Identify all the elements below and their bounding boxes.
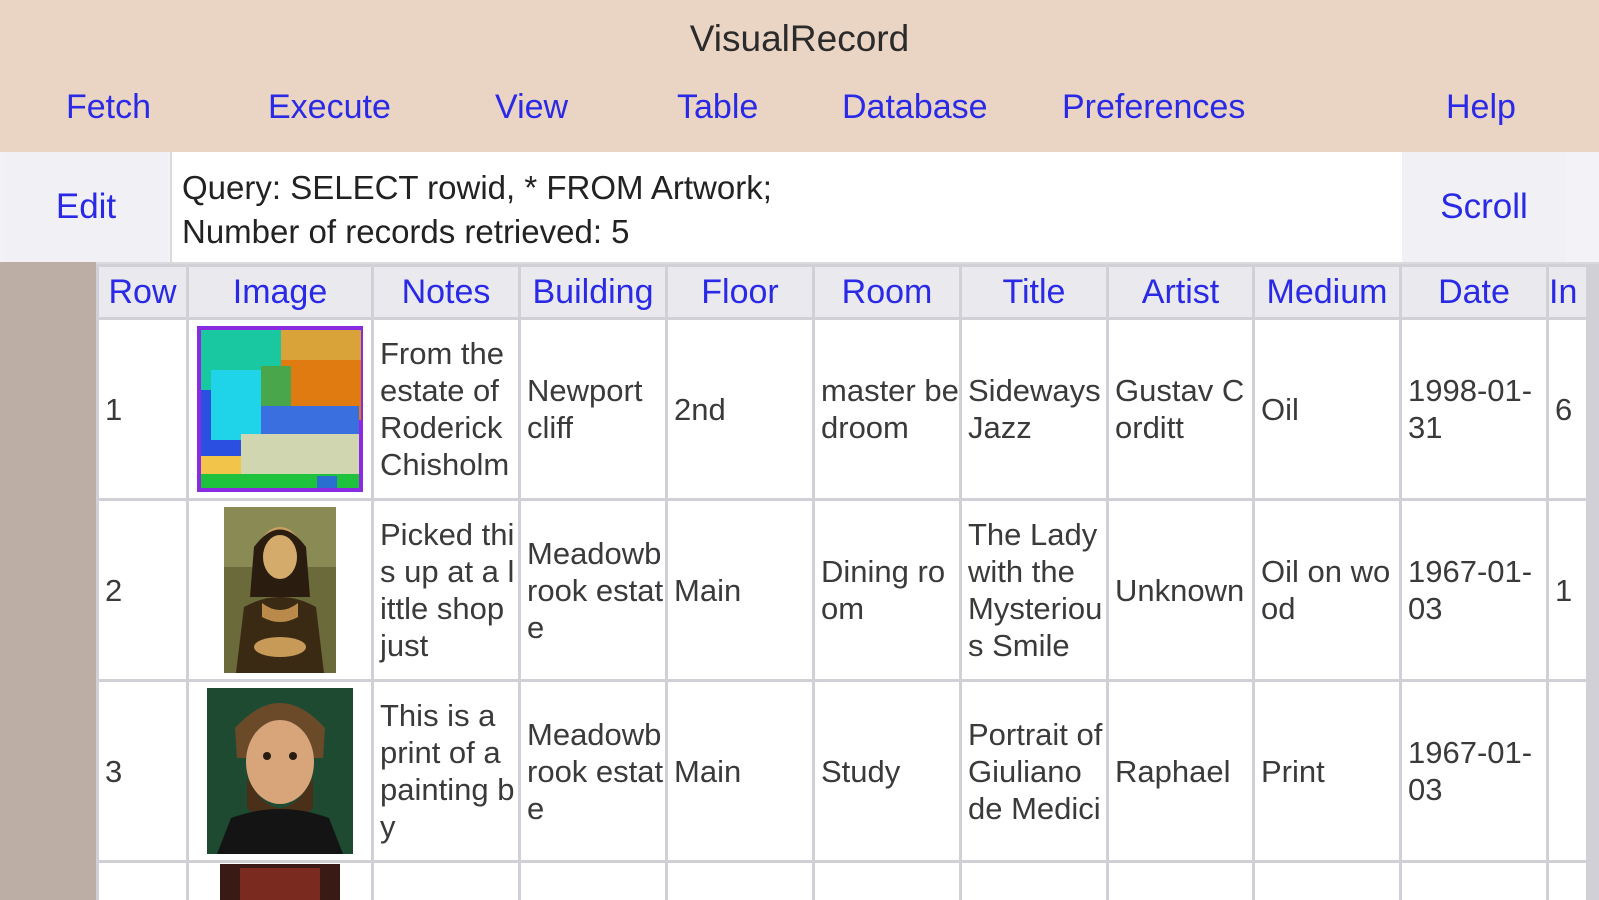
- cell-truncated: [1546, 679, 1589, 863]
- table-row[interactable]: 2 Picked this up at a little shop just M: [96, 498, 1589, 682]
- cell-room: Dining room: [812, 498, 962, 682]
- menu-table[interactable]: Table: [677, 88, 758, 127]
- cell-notes: Picked this up at a little shop just: [371, 498, 521, 682]
- column-header-date[interactable]: Date: [1399, 264, 1549, 320]
- column-header-title[interactable]: Title: [959, 264, 1109, 320]
- cell-date: 1967-01-03: [1399, 679, 1549, 863]
- column-header-truncated[interactable]: In: [1546, 264, 1589, 320]
- column-header-building[interactable]: Building: [518, 264, 668, 320]
- cell-artist: Raphael: [1106, 679, 1255, 863]
- cell-date: 1967-01-03: [1399, 498, 1549, 682]
- edit-button[interactable]: Edit: [4, 152, 168, 262]
- mona-lisa-thumbnail: [224, 507, 336, 673]
- cell-title: The Lady with the Mysterious Smile: [959, 498, 1109, 682]
- cell-row: [96, 860, 189, 900]
- cell-image[interactable]: [186, 498, 374, 682]
- menu-database[interactable]: Database: [842, 88, 988, 127]
- cell-artist: Unknown: [1106, 498, 1255, 682]
- table-row[interactable]: 3 This is a print of a painting by Meado…: [96, 679, 1589, 863]
- column-header-medium[interactable]: Medium: [1252, 264, 1402, 320]
- partial-thumbnail: [220, 864, 340, 900]
- cell-building: Meadowbrook estate: [518, 679, 668, 863]
- cell-artist: Gustav Corditt: [1106, 317, 1255, 501]
- records-grid[interactable]: Row Image Notes Building Floor Room Titl…: [96, 264, 1599, 900]
- abstract-color-blocks-thumbnail: [197, 326, 363, 492]
- cell-title: Sideways Jazz: [959, 317, 1109, 501]
- menu-view[interactable]: View: [495, 88, 568, 127]
- left-gutter: [0, 262, 96, 900]
- cell-medium: Oil on wood: [1252, 498, 1402, 682]
- menu-fetch[interactable]: Fetch: [66, 88, 151, 127]
- cell-floor: Main: [665, 679, 815, 863]
- column-header-image[interactable]: Image: [186, 264, 374, 320]
- app-title: VisualRecord: [689, 18, 910, 59]
- menu-help[interactable]: Help: [1446, 88, 1516, 127]
- cell-row: 1: [96, 317, 189, 501]
- cell-medium: Oil: [1252, 317, 1402, 501]
- cell-room: master bedroom: [812, 317, 962, 501]
- cell-row: 3: [96, 679, 189, 863]
- cell-floor: 2nd: [665, 317, 815, 501]
- scroll-button[interactable]: Scroll: [1402, 152, 1566, 262]
- portrait-giuliano-thumbnail: [207, 688, 353, 854]
- cell-row: 2: [96, 498, 189, 682]
- cell-building: [518, 860, 668, 900]
- records-table: Row Image Notes Building Floor Room Titl…: [96, 264, 1589, 900]
- cell-image[interactable]: [186, 860, 374, 900]
- cell-medium: Print: [1252, 679, 1402, 863]
- cell-building: Meadowbrook estate: [518, 498, 668, 682]
- cell-building: Newport cliff: [518, 317, 668, 501]
- record-count: Number of records retrieved: 5: [182, 213, 630, 250]
- column-header-row[interactable]: Row: [96, 264, 189, 320]
- cell-truncated: 6: [1546, 317, 1589, 501]
- column-header-floor[interactable]: Floor: [665, 264, 815, 320]
- cell-date: [1399, 860, 1549, 900]
- cell-artist: [1106, 860, 1255, 900]
- cell-truncated: [1546, 860, 1589, 900]
- cell-floor: [665, 860, 815, 900]
- cell-image[interactable]: [186, 317, 374, 501]
- cell-room: Study: [812, 679, 962, 863]
- cell-notes: This is a print of a painting by: [371, 679, 521, 863]
- cell-truncated: 1: [1546, 498, 1589, 682]
- column-header-notes[interactable]: Notes: [371, 264, 521, 320]
- cell-image[interactable]: [186, 679, 374, 863]
- cell-notes: From the estate of Roderick Chisholm: [371, 317, 521, 501]
- column-header-artist[interactable]: Artist: [1106, 264, 1255, 320]
- menu-preferences[interactable]: Preferences: [1062, 88, 1245, 127]
- cell-date: 1998-01-31: [1399, 317, 1549, 501]
- header-row: Row Image Notes Building Floor Room Titl…: [96, 264, 1589, 320]
- query-text: Query: SELECT rowid, * FROM Artwork;: [182, 169, 772, 206]
- column-header-room[interactable]: Room: [812, 264, 962, 320]
- cell-title: [959, 860, 1109, 900]
- cell-floor: Main: [665, 498, 815, 682]
- cell-room: [812, 860, 962, 900]
- cell-title: Portrait of Giuliano de Medici: [959, 679, 1109, 863]
- cell-notes: [371, 860, 521, 900]
- query-status: Query: SELECT rowid, * FROM Artwork; Num…: [170, 152, 1430, 262]
- table-row[interactable]: 1 From the estate of Roderick Chisholm N…: [96, 317, 1589, 501]
- menu-execute[interactable]: Execute: [268, 88, 391, 127]
- table-row[interactable]: [96, 860, 1589, 900]
- cell-medium: [1252, 860, 1402, 900]
